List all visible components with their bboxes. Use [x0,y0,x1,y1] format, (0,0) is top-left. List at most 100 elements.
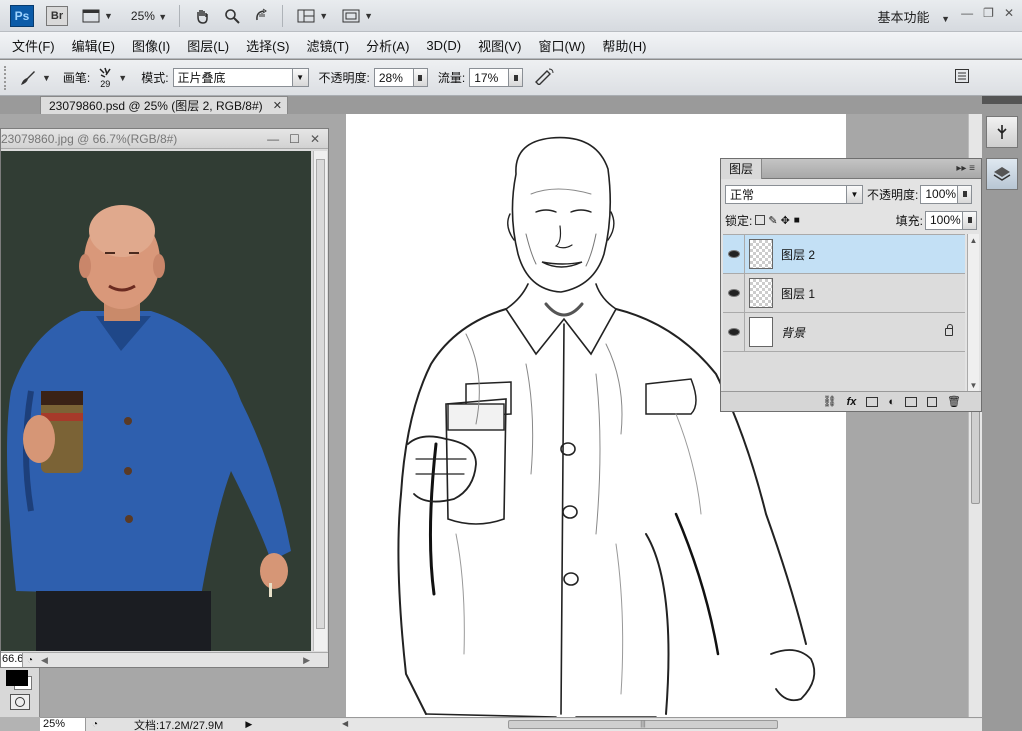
bridge-launch-button[interactable]: Br [46,5,68,26]
layers-dock-button[interactable] [986,158,1018,190]
menu-file[interactable]: 文件(F) [12,36,55,55]
photo-window-controls: — ☐ ✕ [267,132,320,146]
menu-image[interactable]: 图像(I) [132,36,170,55]
zoom-tool-button[interactable] [224,8,240,24]
adjustment-layer-icon[interactable]: ◐ [888,396,895,408]
scrollbar-thumb[interactable]: ||| [508,720,778,729]
flow-control[interactable]: 17% [469,68,524,87]
reference-photo-window[interactable]: 23079860.jpg @ 66.7%(RGB/8#) — ☐ ✕ 66.6 … [0,128,329,668]
lock-transparency-icon[interactable] [755,215,766,225]
dock-header[interactable] [982,96,1022,104]
new-group-icon[interactable] [905,396,918,407]
tool-options-bar: ▼ 画笔: 29 ▼ 模式: 正片叠底 ▼ 不透明度: 28% 流量: 17% [0,60,1022,96]
right-panel-dock [982,96,1022,731]
layer-mask-icon[interactable] [866,396,879,407]
layers-panel-footer: ⛓ fx ◐ 🗑 [721,391,981,411]
opacity-control[interactable]: 28% [373,68,428,87]
fill-control[interactable]: 100% [925,210,977,230]
status-menu-icon[interactable]: ◔ [92,719,98,730]
chevron-down-icon: ▼ [104,10,113,21]
eye-visibility-icon[interactable] [723,234,745,274]
layer-opacity-control[interactable]: 100% [920,184,973,204]
document-tab[interactable]: 23079860.psd @ 25% (图层 2, RGB/8#) ✕ [40,96,288,114]
status-zoom-input[interactable]: 25% [40,717,86,731]
tool-preset-picker[interactable]: ▼ [18,68,51,88]
status-options-arrow-icon[interactable]: ▶ [245,719,252,730]
flow-input[interactable]: 17% [469,68,510,87]
scroll-left-icon[interactable]: ◀ [342,719,348,728]
restore-icon[interactable]: ❐ [983,6,994,20]
lock-image-icon[interactable]: ✎ [768,214,777,227]
menu-window[interactable]: 窗口(W) [538,36,585,55]
layer-blend-select[interactable]: 正常 ▼ [725,184,863,204]
layer-row[interactable]: 图层 1 [723,273,965,313]
fill-input[interactable]: 100% [925,210,963,230]
airbrush-toggle[interactable] [533,67,555,88]
layer-opacity-input[interactable]: 100% [920,184,959,204]
new-layer-icon[interactable] [927,396,938,407]
menu-3d[interactable]: 3D(D) [426,38,461,53]
photo-vertical-scrollbar[interactable] [313,151,327,651]
layer-opacity-slider-toggle[interactable] [958,184,973,204]
layers-panel[interactable]: 图层 ▸▸ ≡ 正常 ▼ 不透明度: 100% 锁定: ✎ ✥ ■ 填充: 10… [720,158,982,412]
close-icon[interactable]: ✕ [1004,6,1014,20]
brush-picker[interactable]: 29 [98,67,112,89]
airbrush-icon [535,68,554,86]
scroll-left-icon[interactable]: ◀ [41,655,48,666]
view-extras-button[interactable]: ▼ [82,9,113,23]
scroll-down-icon[interactable]: ▼ [968,381,979,390]
zoom-level-select[interactable]: 25% ▼ [131,9,167,23]
eye-visibility-icon[interactable] [723,273,745,313]
menu-edit[interactable]: 编辑(E) [72,36,115,55]
minimize-icon[interactable]: — [267,132,279,146]
blend-mode-select[interactable]: 正片叠底 ▼ [172,68,309,87]
hand-tool-button[interactable] [194,8,210,24]
flow-slider-toggle[interactable] [509,68,524,87]
maximize-icon[interactable]: ☐ [289,132,300,146]
brush-tip-icon [99,67,111,78]
options-bar-grip[interactable] [4,65,8,90]
menu-analysis[interactable]: 分析(A) [366,36,409,55]
close-icon[interactable]: ✕ [310,132,320,146]
foreground-color-swatch[interactable] [6,670,28,686]
screen-mode-button[interactable]: ▼ [342,9,373,23]
layers-panel-tab[interactable]: 图层 [721,158,763,179]
canvas-horizontal-scrollbar[interactable]: ◀ ||| ▶ [340,719,1000,731]
arrange-documents-button[interactable]: ▼ [297,9,328,23]
lock-all-icon[interactable]: ■ [794,215,800,226]
eye-visibility-icon[interactable] [723,312,745,352]
scrollbar-thumb[interactable] [316,159,325,629]
panel-menu-icon[interactable]: ▸▸ ≡ [956,163,975,174]
layer-style-fx-icon[interactable]: fx [847,396,857,408]
menu-view[interactable]: 视图(V) [478,36,521,55]
quick-mask-button[interactable] [10,694,30,710]
menu-filter[interactable]: 滤镜(T) [306,36,349,55]
minimize-icon[interactable]: — [961,6,973,20]
link-layers-icon[interactable]: ⛓ [823,395,837,408]
status-menu-icon[interactable]: ◔ [27,655,33,666]
menu-layer[interactable]: 图层(L) [187,36,229,55]
fill-slider-toggle[interactable] [963,210,977,230]
color-swatches [0,668,40,717]
photo-window-titlebar[interactable]: 23079860.jpg @ 66.7%(RGB/8#) — ☐ ✕ [1,129,328,149]
close-icon[interactable]: ✕ [273,99,282,112]
scroll-up-icon[interactable]: ▲ [968,236,979,245]
tool-presets-dock-button[interactable] [986,116,1018,148]
layer-thumbnail [749,239,773,269]
opacity-input[interactable]: 28% [373,68,414,87]
chevron-down-icon[interactable]: ▼ [118,73,127,83]
scroll-right-icon[interactable]: ▶ [303,655,310,666]
panel-toggle-button[interactable] [954,68,970,87]
layer-row[interactable]: 背景 [723,312,965,352]
trash-icon[interactable]: 🗑 [947,395,961,408]
lock-position-icon[interactable]: ✥ [781,214,790,227]
opacity-slider-toggle[interactable] [413,68,428,87]
rotate-view-button[interactable] [254,8,270,24]
menu-select[interactable]: 选择(S) [246,36,289,55]
menu-help[interactable]: 帮助(H) [602,36,646,55]
layer-list-scrollbar[interactable]: ▲ ▼ [967,234,979,392]
photo-zoom-input[interactable]: 66.67% [1,653,23,667]
layer-row[interactable]: 图层 2 [723,234,965,274]
layers-panel-header[interactable]: 图层 ▸▸ ≡ [721,158,981,179]
workspace-switcher[interactable]: 基本功能 ▼ [877,7,950,26]
